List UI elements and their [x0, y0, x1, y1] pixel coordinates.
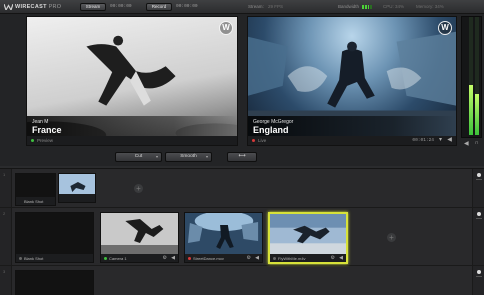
add-shot-plus-icon[interactable]: +	[134, 184, 143, 193]
live-footer: Live 00:01:24 ▾ ◀	[248, 136, 456, 145]
audio-controls: ◀ ∩	[461, 140, 482, 148]
wirecast-logo-icon	[4, 4, 13, 10]
cpu-readout: CPU: 34%	[383, 4, 405, 9]
shot-layers: 1 Blank Shot + 2 Blank Shot Camera 1 ⚙ ◀…	[0, 168, 484, 295]
chevron-down-icon: ▾	[205, 154, 208, 159]
go-transition-button[interactable]: ⟷	[227, 152, 257, 162]
shot-footer: FlyWithMe.m4v ⚙ ◀	[270, 254, 346, 262]
cut-label: Cut	[134, 154, 143, 159]
speaker-icon[interactable]: ◀	[446, 137, 453, 144]
visibility-dot-icon[interactable]	[477, 270, 481, 274]
shot-name: StreetDance.mov	[193, 256, 224, 261]
preview-footer: Preview	[27, 136, 237, 145]
monitor-area: W Jean M France Preview W George McGrego…	[0, 14, 484, 166]
shot-name: Blank Shot	[24, 199, 44, 204]
layer-gutter[interactable]: 3	[0, 266, 12, 295]
smooth-transition-select[interactable]: Smooth ▾	[165, 152, 212, 162]
record-timer: 00:00:00	[176, 4, 198, 9]
layer-row-1: 1 Blank Shot +	[0, 169, 484, 208]
smooth-label: Smooth	[180, 154, 197, 159]
shot-camera-1[interactable]: Camera 1 ⚙ ◀	[100, 212, 179, 263]
chevron-down-icon: ▾	[155, 154, 158, 159]
shot-footer: Blank Shot	[16, 254, 93, 262]
shot-blank-1[interactable]: Blank Shot	[15, 173, 56, 206]
layer-row-3: 3	[0, 266, 484, 295]
add-shot-plus-icon[interactable]: +	[387, 233, 396, 242]
live-status-label: Live	[258, 138, 267, 143]
brand-edition: PRO	[48, 4, 62, 10]
app-title: WIRECAST PRO	[15, 4, 61, 10]
live-timer: 00:01:24	[412, 138, 434, 143]
live-location: England	[253, 125, 289, 135]
top-bar: WIRECAST PRO Stream 00:00:00 Record 00:0…	[0, 0, 484, 14]
audio-meter	[461, 16, 482, 138]
gear-icon[interactable]: ⚙	[331, 255, 335, 261]
layer-options[interactable]	[472, 208, 484, 265]
wirecast-badge-icon: W	[438, 21, 452, 35]
bandwidth-meter	[362, 5, 372, 9]
live-monitor[interactable]: W George McGregor England Live 00:01:24 …	[247, 16, 457, 146]
gear-icon[interactable]: ⚙	[163, 255, 167, 261]
shot-status-dot	[273, 256, 276, 260]
stream-label: Stream:	[248, 4, 264, 9]
shot-status-dot	[19, 256, 22, 260]
memory-readout: Memory: 34%	[416, 4, 444, 9]
preview-status-dot	[31, 139, 34, 142]
shot-name: Blank Shot	[24, 256, 44, 261]
chevron-down-icon[interactable]: ▾	[437, 137, 444, 144]
visibility-dot-icon[interactable]	[477, 212, 481, 216]
stream-button[interactable]: Stream	[80, 3, 106, 11]
fps-readout: 29 FPS	[268, 4, 284, 9]
layer-options[interactable]	[472, 266, 484, 295]
shot-footer: Camera 1 ⚙ ◀	[101, 254, 178, 262]
audio-meter-right	[475, 17, 479, 135]
bandwidth-label: Bandwidth	[338, 4, 360, 9]
shot-status-dot	[104, 256, 107, 260]
gear-icon[interactable]: ⚙	[247, 255, 251, 261]
layer-options[interactable]	[472, 169, 484, 207]
volume-icon[interactable]: ◀	[464, 140, 469, 148]
wirecast-badge-icon: W	[219, 21, 233, 35]
audio-level-right	[475, 93, 479, 135]
live-status-dot	[252, 139, 255, 142]
shot-footer: Blank Shot	[16, 197, 55, 205]
shot-blank[interactable]: Blank Shot	[15, 212, 94, 263]
audio-meter-scale	[463, 19, 468, 137]
cut-transition-select[interactable]: Cut ▾	[115, 152, 162, 162]
shot-streetdance[interactable]: StreetDance.mov ⚙ ◀	[184, 212, 263, 263]
shot-name: Camera 1	[109, 256, 127, 261]
preview-monitor[interactable]: W Jean M France Preview	[26, 16, 238, 146]
shot-name: FlyWithMe.m4v	[278, 256, 306, 261]
layer-gutter[interactable]: 1	[0, 169, 12, 207]
headphones-icon[interactable]: ∩	[475, 140, 479, 148]
shot-blank-3[interactable]	[15, 270, 94, 295]
shot-footer	[59, 194, 95, 202]
speaker-icon[interactable]: ◀	[171, 255, 175, 261]
layer-row-2: 2 Blank Shot Camera 1 ⚙ ◀ StreetDance.mo…	[0, 208, 484, 266]
audio-meter-left	[469, 17, 473, 135]
audio-level-left	[469, 85, 473, 135]
shot-thumbnail-image	[101, 213, 178, 256]
shot-footer: StreetDance.mov ⚙ ◀	[185, 254, 262, 262]
shot-thumbnail-row1[interactable]	[58, 173, 96, 203]
visibility-dot-icon[interactable]	[477, 173, 481, 177]
speaker-icon[interactable]: ◀	[339, 255, 343, 261]
double-arrow-icon: ⟷	[238, 154, 246, 159]
stream-timer: 00:00:00	[110, 4, 132, 9]
speaker-icon[interactable]: ◀	[255, 255, 259, 261]
shot-thumbnail-image	[185, 213, 262, 256]
brand-name: WIRECAST	[15, 4, 47, 10]
layer-gutter[interactable]: 2	[0, 208, 12, 265]
record-button[interactable]: Record	[146, 3, 172, 11]
shot-status-dot	[188, 256, 191, 260]
preview-status-label: Preview	[37, 138, 54, 143]
shot-flywithme[interactable]: FlyWithMe.m4v ⚙ ◀	[268, 212, 348, 264]
shot-thumbnail-image	[270, 214, 346, 256]
preview-location: France	[32, 125, 62, 135]
